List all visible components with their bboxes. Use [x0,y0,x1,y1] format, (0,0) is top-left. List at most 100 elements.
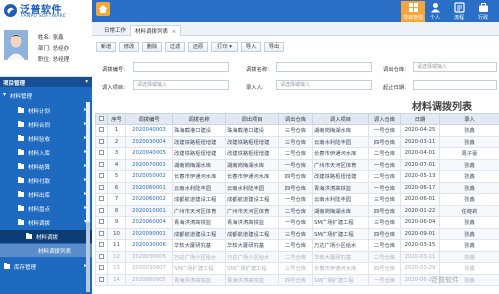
row-checkbox[interactable] [95,273,108,286]
table-cell: 周子豪 [439,147,499,160]
table-row[interactable]: 2 2020030004 改建铁路枢纽增建 改建铁路枢纽增建 三号仓库 云南水利陆丰园 四号… [95,135,499,148]
row-checkbox[interactable] [95,170,108,183]
row-checkbox[interactable] [95,147,108,160]
tab-transfer-list[interactable]: 材料调拨列表 × [130,25,182,36]
table-cell[interactable]: 2020040005 [125,147,173,160]
sidebar-subitem-transfer-list[interactable]: 材料调拨列表 [0,244,92,257]
sidebar-item-stock-out[interactable]: 材料出库 ▸ [0,188,92,201]
edit-button[interactable]: 修改 [119,42,139,52]
table-cell: 14 [107,273,126,286]
filter-button[interactable]: 过滤 [165,42,185,52]
column-header[interactable]: 录入 [439,113,499,125]
user-icon [430,3,440,13]
row-checkbox[interactable] [95,124,108,137]
table-cell[interactable]: 2020010001 [125,204,173,217]
column-header[interactable]: 调出仓库 [278,113,313,125]
print-button[interactable]: 打印 ▾ [211,42,238,52]
top-nav-flow[interactable]: 流程 [447,1,471,22]
row-checkbox[interactable] [95,193,108,206]
table-cell[interactable]: 2020030005 [125,250,173,263]
in-project-input[interactable]: 请选择或输入 [133,80,229,90]
table-row[interactable]: 13 2020030007 SM广场扩建工程 SM广场扩建工程 三号仓库 长春市伊通河水库… [95,262,499,275]
table-cell[interactable]: 2020030006 [125,239,173,252]
table-cell: 6 [107,181,126,194]
out-warehouse-input[interactable]: 请选择或输入 [413,62,497,72]
table-cell[interactable]: 2020060004 [125,216,173,229]
sidebar-item-stock-mgmt[interactable]: 库存管理 ▸ [0,260,92,273]
sidebar-item-stock-in[interactable]: 材料入库 ▸ [0,146,92,159]
table-cell: 湖南岗梅湖水库 [312,204,369,217]
tab-daily-work[interactable]: 日常工作 [100,25,130,36]
code-input[interactable] [133,62,229,72]
add-button[interactable]: 新增 [96,42,116,52]
table-cell: 湖南岗梅湖水库 [312,124,369,137]
table-row[interactable]: 12 2020030005 万达广场小区给水 万达广场小区给水 二号仓库 华软大厦研究基二… [95,250,499,263]
top-nav-project[interactable]: 项目管理 [401,1,425,22]
table-row[interactable]: 11 2020030006 华软大厦研究基 华软大厦研究基 二号仓库 万达广场小区给水 二号… [95,239,499,252]
sidebar-header[interactable]: 项目管理 ▾ [0,77,92,87]
sidebar-item-acceptance[interactable]: 材料验收 ▸ [0,132,92,145]
column-header[interactable]: 调入项目 [312,113,369,125]
column-header[interactable]: 调拨编号 [125,113,173,125]
table-row[interactable]: 8 2020010001 广州市天河区体育 广州市天河区体育 二号仓库 湖南岗梅湖水库 四号… [95,204,499,217]
column-header[interactable]: 日期 [400,113,440,125]
column-header[interactable]: 调入仓库 [368,113,401,125]
row-checkbox[interactable] [95,262,108,275]
date-range-input[interactable] [413,80,497,90]
table-cell[interactable]: 2020040003 [125,124,173,137]
column-header[interactable]: 调拨名称 [172,113,226,125]
column-header[interactable]: 序号 [107,113,126,125]
row-checkbox[interactable] [95,216,108,229]
import-button[interactable]: 导入 [241,42,261,52]
table-cell[interactable]: 2020060001 [125,181,173,194]
close-icon[interactable]: × [172,29,177,35]
watermark: 泛普软件 [431,276,459,284]
sidebar-scrollbar-thumb[interactable] [86,102,90,222]
sidebar-group-material[interactable]: ▾ 材料管理 [0,89,92,102]
in-person-input[interactable]: 请选择或输入 [276,80,372,90]
table-cell[interactable]: 2020030004 [125,135,173,148]
top-nav-admin[interactable]: 行政 [471,1,495,22]
sidebar-item-label: 材料调拨 [28,221,51,227]
table-cell[interactable]: 2020030007 [125,262,173,275]
table-row[interactable]: 6 2020060001 云南水利陆丰园 云南水利陆丰园 四号仓库 青海洪涛高铁监 一号仓库… [95,181,499,194]
restore-button[interactable]: 还原 [188,42,208,52]
table-cell: 长春市伊通河水库 [312,147,369,160]
row-checkbox[interactable] [95,239,108,252]
table-cell[interactable]: 2020060005 [125,273,173,286]
table-cell[interactable]: 2020060002 [125,193,173,206]
table-row[interactable]: 3 2020040005 改建铁路枢纽增建 改建铁路枢纽增建 二号仓库 长春市伊通河水库二… [95,147,499,160]
column-header[interactable]: 调出项目 [225,113,279,125]
table-row[interactable]: 10 2020090001 成都航道建设工程 成都航道建设工程 三号仓库 SM广场扩建工程… [95,227,499,240]
name-input[interactable] [276,62,372,72]
home-button[interactable] [96,2,110,16]
table-cell: 云南水利陆丰园 [172,181,226,194]
table-cell[interactable]: 2020090001 [125,227,173,240]
row-checkbox[interactable] [95,158,108,171]
delete-button[interactable]: 删除 [142,42,162,52]
table-cell: 一号仓库 [278,193,313,206]
row-checkbox[interactable] [95,227,108,240]
top-nav-personal[interactable]: 个人 [423,1,447,22]
briefcase-icon [478,3,488,12]
sidebar-subitem-transfer[interactable]: 材料调拨 [0,230,92,243]
table-row[interactable]: 5 2020050002 长春市伊通河水库 长春市伊通河水库 四号仓库 改建铁路枢纽增建二… [95,170,499,183]
sidebar-item-settlement[interactable]: 材料结算 ▸ [0,160,92,173]
row-checkbox[interactable] [95,135,108,148]
sidebar-item-plan[interactable]: 材料计划 ▸ [0,104,92,117]
table-cell[interactable]: 2020050002 [125,170,173,183]
row-checkbox[interactable] [95,250,108,263]
select-all-checkbox[interactable] [95,113,108,125]
table-row[interactable]: 7 2020060002 成都航道建设工程 成都航道建设工程 一号仓库 云南水利陆丰园 三号… [95,193,499,206]
table-cell[interactable]: 2020070001 [125,158,173,171]
sidebar-item-contract[interactable]: 材料合同 ▸ [0,118,92,131]
table-row[interactable]: 4 2020070001 湖南岗梅湖水库 湖南岗梅湖水库 一号仓库 广州市天河区体育 一号仓… [95,158,499,171]
sidebar-item-transfer[interactable]: 材料调拨 ▾ [0,216,92,229]
sidebar-item-inventory[interactable]: 材料盘点 ▸ [0,202,92,215]
row-checkbox[interactable] [95,204,108,217]
export-button[interactable]: 导出 [264,42,284,52]
sidebar-item-payment[interactable]: 材料付款 ▸ [0,174,92,187]
row-checkbox[interactable] [95,181,108,194]
table-row[interactable]: 9 2020060004 青海洪涛高铁监 青海洪涛高铁监 一号仓库 SM广场扩建工程 三号仓… [95,216,499,229]
table-row[interactable]: 1 2020040003 珠海截港口建设 珠海截港口建设 三号仓库 湖南岗梅湖水库 一号仓库… [95,124,499,137]
